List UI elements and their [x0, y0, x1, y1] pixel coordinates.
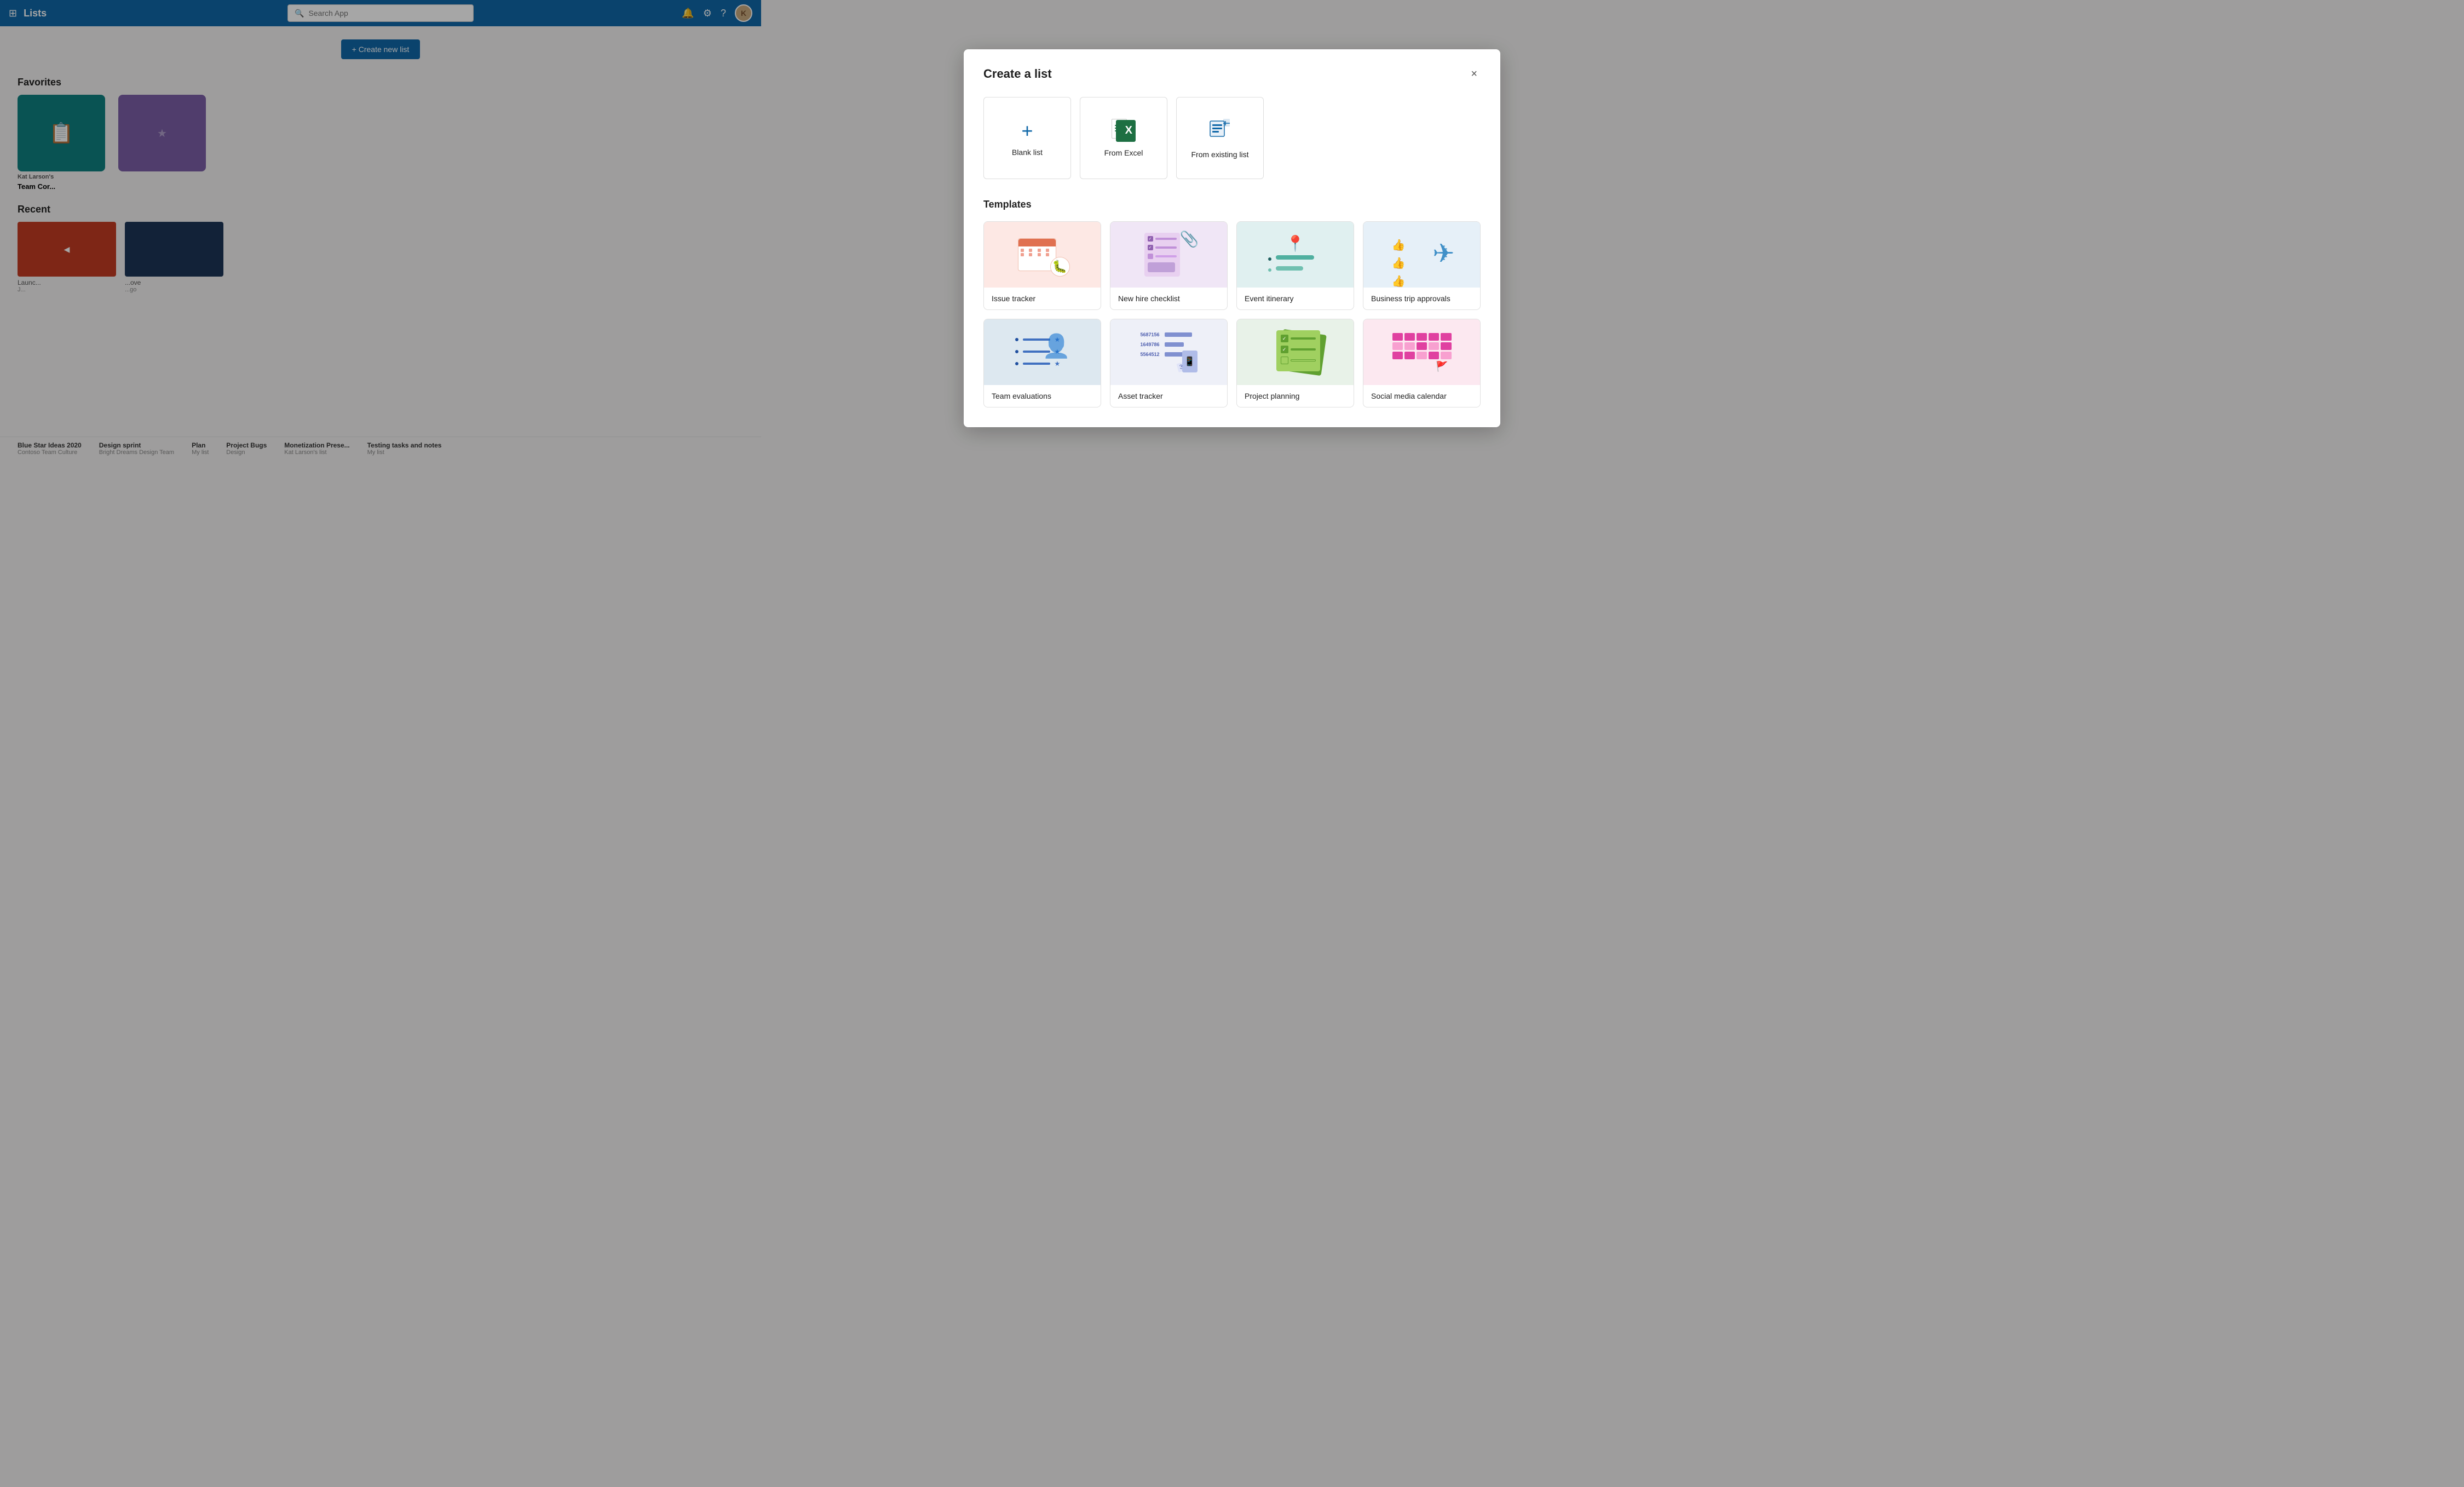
template-thumb-event: 📍 [1237, 222, 1354, 288]
excel-icon: X [1112, 119, 1136, 143]
issue-illustration: 🐛 [1015, 230, 1070, 279]
template-issue-tracker[interactable]: 🐛 Issue tracker [983, 221, 1101, 310]
project-illustration: ✓ ✓ [1263, 328, 1328, 377]
from-excel-option[interactable]: X From Excel [1080, 97, 1167, 179]
social-illustration: 🚩 [1389, 328, 1455, 377]
template-thumb-biztrip: 👍 👍 👍 ✈ [1363, 222, 1480, 288]
template-thumb-newhire: 📎 ✓ ✓ [1110, 222, 1227, 288]
template-name-event: Event itinerary [1237, 288, 1354, 309]
from-excel-label: From Excel [1104, 148, 1143, 157]
template-new-hire[interactable]: 📎 ✓ ✓ [1110, 221, 1228, 310]
from-existing-option[interactable]: From existing list [1176, 97, 1264, 179]
template-business-trip[interactable]: 👍 👍 👍 ✈ Business trip approvals [1363, 221, 1481, 310]
modal-close-button[interactable]: × [1467, 67, 1481, 82]
template-name-biztrip: Business trip approvals [1363, 288, 1480, 309]
template-project-planning[interactable]: ✓ ✓ [1236, 319, 1354, 407]
template-name-issue-tracker: Issue tracker [984, 288, 1101, 309]
plus-icon: + [1021, 119, 1033, 142]
template-thumb-asset: 5687156 1649786 5564512 [1110, 319, 1227, 385]
blank-list-label: Blank list [1012, 148, 1043, 157]
template-thumb-project: ✓ ✓ [1237, 319, 1354, 385]
modal-title: Create a list [983, 67, 1052, 81]
template-name-asset: Asset tracker [1110, 385, 1227, 407]
template-event-itinerary[interactable]: 📍 Event itinerary [1236, 221, 1354, 310]
newhire-illustration: 📎 ✓ ✓ [1139, 230, 1199, 279]
blank-list-option[interactable]: + Blank list [983, 97, 1071, 179]
template-thumb-social: 🚩 [1363, 319, 1480, 385]
template-thumb-teameval: ★ ★ ★ [984, 319, 1101, 385]
from-existing-label: From existing list [1191, 150, 1248, 159]
existing-list-icon [1209, 118, 1231, 145]
template-name-project: Project planning [1237, 385, 1354, 407]
create-options-row: + Blank list X Fro [983, 97, 1481, 179]
template-social-media[interactable]: 🚩 Social media calendar [1363, 319, 1481, 407]
template-name-social: Social media calendar [1363, 385, 1480, 407]
create-list-modal: Create a list × + Blank list [964, 49, 1500, 427]
asset-phone-icon: 📱 [1182, 351, 1198, 372]
template-asset-tracker[interactable]: 5687156 1649786 5564512 [1110, 319, 1228, 407]
modal-header: Create a list × [983, 67, 1481, 82]
biztrip-illustration: 👍 👍 👍 ✈ [1386, 230, 1458, 279]
asset-illustration: 5687156 1649786 5564512 [1136, 328, 1202, 377]
templates-grid: 🐛 Issue tracker 📎 ✓ [983, 221, 1481, 407]
template-name-team-eval: Team evaluations [984, 385, 1101, 407]
teameval-illustration: ★ ★ ★ [1010, 328, 1075, 377]
templates-title: Templates [983, 199, 1481, 210]
modal-overlay: Create a list × + Blank list [0, 0, 2464, 1487]
template-thumb-issue: 🐛 [984, 222, 1101, 288]
template-name-new-hire: New hire checklist [1110, 288, 1227, 309]
template-team-evaluations[interactable]: ★ ★ ★ [983, 319, 1101, 407]
event-illustration: 📍 [1263, 230, 1328, 279]
